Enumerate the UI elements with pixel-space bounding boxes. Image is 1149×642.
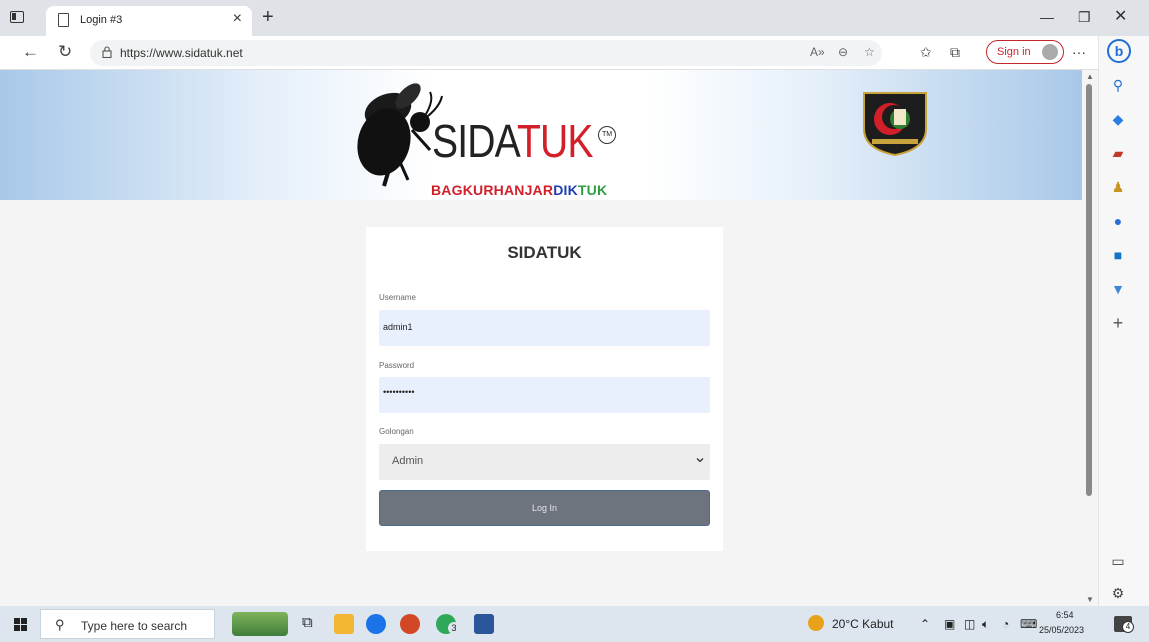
subtitle-part-red: BAGKURHANJAR	[431, 182, 554, 198]
whatsapp-icon[interactable]: 3	[436, 614, 460, 634]
restore-icon[interactable]: ❐	[1078, 10, 1091, 24]
sign-in-label: Sign in	[997, 46, 1031, 58]
browser-tab-strip: Login #3 × + — ❐ ✕	[0, 0, 1149, 36]
username-value: admin1	[383, 322, 413, 332]
police-emblem-icon	[863, 92, 927, 157]
whatsapp-badge: 3	[448, 622, 460, 634]
tab-title: Login #3	[80, 14, 123, 26]
drop-icon[interactable]: ▼	[1109, 280, 1127, 298]
tab-actions-icon[interactable]	[10, 11, 24, 23]
password-field[interactable]: ••••••••••	[379, 377, 710, 413]
username-label: Username	[379, 293, 416, 302]
page-icon	[58, 13, 69, 27]
notification-count: 4	[1122, 621, 1134, 633]
sidebar-toggle-icon[interactable]: ▭	[1109, 552, 1127, 570]
games-icon[interactable]: ♟	[1109, 178, 1127, 196]
scroll-down-icon[interactable]: ▼	[1086, 595, 1094, 604]
powerpoint-icon[interactable]	[400, 614, 420, 634]
clock-time[interactable]: 6:54	[1056, 610, 1074, 620]
meet-icon[interactable]: ◫	[964, 617, 975, 631]
weather-icon	[808, 615, 824, 631]
browser-tab[interactable]: Login #3 ×	[46, 6, 252, 36]
chevron-down-icon	[696, 458, 704, 463]
scroll-up-icon[interactable]: ▲	[1086, 72, 1094, 81]
scrollbar-thumb[interactable]	[1086, 84, 1092, 496]
close-window-icon[interactable]: ✕	[1114, 9, 1127, 25]
collections-icon[interactable]: ⧉	[950, 43, 960, 61]
microsoft-365-icon[interactable]: ●	[1109, 212, 1127, 230]
brand-wordmark: SIDATUK	[432, 118, 593, 164]
login-button-label: Log In	[531, 503, 558, 513]
tab-close-icon[interactable]: ×	[233, 11, 242, 27]
outlook-icon[interactable]: ■	[1109, 246, 1127, 264]
golongan-label: Golongan	[379, 427, 414, 436]
subtitle-part-green: TUK	[577, 182, 608, 198]
shopping-tag-icon[interactable]: ◆	[1109, 110, 1127, 128]
bing-chat-icon[interactable]: b	[1107, 39, 1131, 63]
zoom-icon[interactable]: ⊖	[838, 45, 848, 59]
windows-taskbar: ⚲ Type here to search ⧉ 3 20°C Kabut ⌃ ▣…	[0, 606, 1149, 642]
windows-start-icon[interactable]	[14, 618, 27, 631]
password-label: Password	[379, 361, 415, 370]
notifications-icon[interactable]: 4	[1114, 616, 1134, 633]
sign-in-button[interactable]: Sign in	[986, 40, 1064, 64]
login-title: SIDATUK	[507, 243, 582, 262]
tray-chevron-icon[interactable]: ⌃	[920, 617, 930, 631]
search-icon: ⚲	[55, 617, 65, 632]
lock-icon	[102, 46, 112, 58]
keyboard-icon[interactable]: ⌨	[1020, 617, 1037, 631]
word-icon[interactable]	[474, 614, 494, 634]
news-widget-icon[interactable]	[232, 612, 288, 636]
golongan-select[interactable]: Admin	[379, 444, 710, 480]
task-view-icon[interactable]: ⧉	[302, 614, 322, 634]
minimize-icon[interactable]: —	[1040, 10, 1054, 24]
navigation-bar: ← ↻ https://www.sidatuk.net A» ⊖ ☆ ✩ ⧉ S…	[0, 36, 1098, 70]
tools-icon[interactable]: ▰	[1109, 144, 1127, 162]
add-sidebar-app-icon[interactable]: +	[1109, 314, 1127, 332]
brand-part-dark: SIDA	[432, 115, 518, 167]
brand-part-red: TUK	[516, 115, 594, 167]
login-button[interactable]: Log In	[379, 490, 710, 526]
more-options-icon[interactable]: ···	[1072, 44, 1086, 60]
add-favorite-icon[interactable]: ☆	[864, 45, 875, 59]
taskbar-search-box[interactable]: ⚲ Type here to search	[40, 609, 215, 639]
network-icon[interactable]: ◔	[1002, 617, 1009, 631]
trademark-badge: TM	[598, 126, 616, 144]
taskbar-search-placeholder: Type here to search	[81, 619, 188, 633]
favorites-icon[interactable]: ✩	[920, 43, 932, 61]
brand-subtitle: BAGKURHANJARDIKTUK	[431, 182, 607, 198]
volume-icon[interactable]: 🔈︎	[982, 617, 989, 632]
url-text: https://www.sidatuk.net	[120, 46, 243, 60]
tray-app-icon[interactable]: ▣	[944, 617, 955, 631]
read-aloud-icon[interactable]: A»	[810, 45, 825, 59]
page-viewport: SIDATUK TM BAGKURHANJARDIKTUK SIDATUK Us…	[0, 70, 1082, 606]
new-tab-icon[interactable]: +	[262, 7, 274, 27]
refresh-icon[interactable]: ↻	[58, 43, 72, 61]
clock-date[interactable]: 25/05/2023	[1039, 625, 1084, 635]
file-explorer-icon[interactable]	[334, 614, 354, 634]
username-field[interactable]: admin1	[379, 310, 710, 346]
login-card: SIDATUK Username admin1 Password •••••••…	[366, 227, 723, 551]
password-value: ••••••••••	[383, 387, 415, 397]
profile-avatar-icon	[1042, 44, 1058, 60]
page-scrollbar[interactable]: ▲ ▼	[1082, 70, 1098, 606]
weather-text[interactable]: 20°C Kabut	[832, 617, 894, 631]
edge-sidebar: b ⚲ ◆ ▰ ♟ ● ■ ▼ + ▭ ⚙	[1098, 36, 1149, 606]
search-icon[interactable]: ⚲	[1109, 76, 1127, 94]
sidebar-settings-icon[interactable]: ⚙	[1109, 584, 1127, 602]
back-icon[interactable]: ←	[22, 43, 39, 61]
edge-browser-icon[interactable]	[366, 614, 386, 634]
site-header-banner: SIDATUK TM BAGKURHANJARDIKTUK	[0, 70, 1082, 200]
address-bar[interactable]: https://www.sidatuk.net A» ⊖ ☆	[90, 40, 882, 66]
golongan-selected-value: Admin	[392, 455, 424, 467]
subtitle-part-blue: DIK	[553, 182, 578, 198]
